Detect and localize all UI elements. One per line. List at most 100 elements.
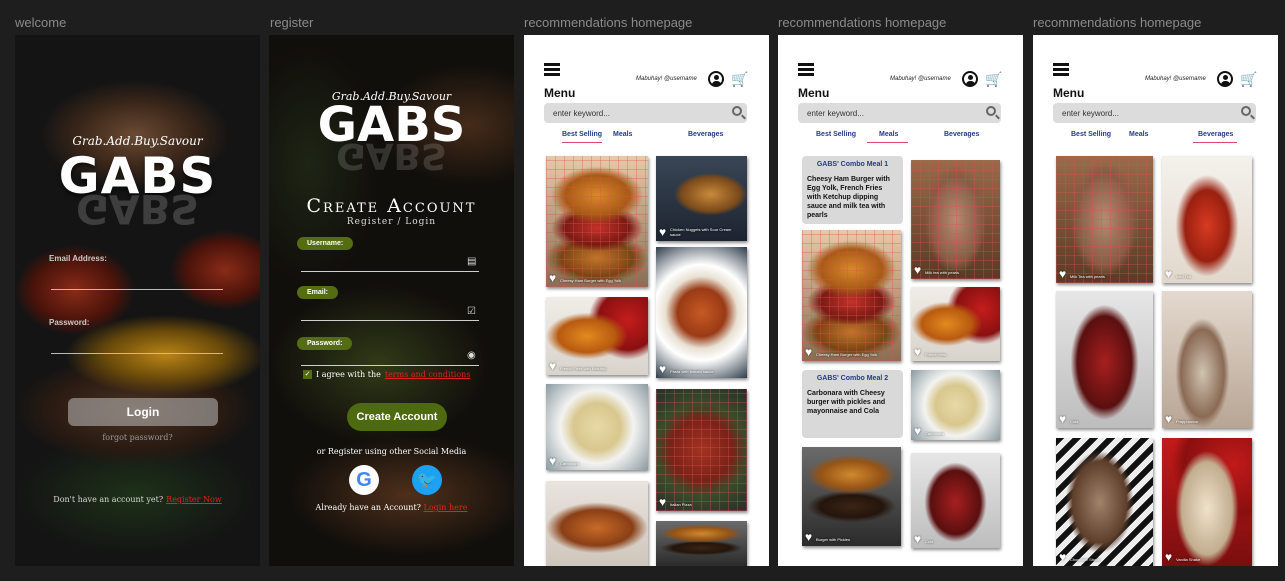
terms-checkbox[interactable]: ✓ <box>303 370 312 379</box>
cart-icon[interactable]: 🛒 <box>985 72 1002 86</box>
search-input[interactable] <box>1053 103 1233 124</box>
product-caption: Cola <box>925 539 934 544</box>
product-card[interactable]: ♥ Iced Tea <box>1162 156 1252 283</box>
eye-icon[interactable]: ◉ <box>467 351 477 361</box>
search-input[interactable] <box>798 103 978 124</box>
combo-meal-card[interactable]: GABS' Combo Meal 2 Carbonara with Cheesy… <box>802 370 903 438</box>
create-account-button[interactable]: Create Account <box>347 403 447 431</box>
product-card[interactable]: ♥ Milk tea with pearls <box>911 160 1000 279</box>
heart-icon[interactable]: ♥ <box>805 346 812 358</box>
login-prompt: Already have an Account? Login here <box>269 503 514 512</box>
heart-icon[interactable]: ♥ <box>659 496 666 508</box>
product-caption: Pasta with tomato sauce <box>670 369 714 374</box>
hamburger-menu-icon[interactable] <box>544 63 560 76</box>
product-card[interactable]: ♥ Cola <box>911 453 1000 548</box>
product-card[interactable]: ♥ Cola <box>1056 291 1153 428</box>
search-icon[interactable] <box>986 106 996 116</box>
heart-icon[interactable]: ♥ <box>1165 268 1172 280</box>
user-account-icon[interactable] <box>962 71 978 87</box>
hamburger-menu-icon[interactable] <box>1053 63 1069 76</box>
heart-icon[interactable]: ♥ <box>914 425 921 437</box>
login-here-link[interactable]: Login here <box>424 503 468 512</box>
heart-icon[interactable]: ♥ <box>1059 551 1066 563</box>
heart-icon[interactable]: ♥ <box>659 363 666 375</box>
heart-icon[interactable]: ♥ <box>659 226 666 238</box>
product-card[interactable]: ♥ Chocolate Shake <box>1056 438 1153 566</box>
tab-best-selling[interactable]: Best Selling <box>816 131 856 142</box>
cart-icon[interactable]: 🛒 <box>1240 72 1257 86</box>
tab-beverages[interactable]: Beverages <box>688 131 723 142</box>
password-field[interactable] <box>51 353 223 354</box>
product-caption: Carbonara <box>925 431 944 436</box>
cart-icon[interactable]: 🛒 <box>731 72 748 86</box>
product-card[interactable] <box>546 481 648 566</box>
tab-beverages[interactable]: Beverages <box>1193 131 1238 143</box>
product-caption: Cheesy Ham Burger with Egg Yolk <box>560 278 622 283</box>
heart-icon[interactable]: ♥ <box>549 272 556 284</box>
heart-icon[interactable]: ♥ <box>1059 268 1066 280</box>
email-field[interactable] <box>301 320 479 321</box>
tab-meals[interactable]: Meals <box>867 131 909 143</box>
product-card[interactable]: ♥ Pasta with tomato sauce <box>656 247 747 378</box>
tab-meals[interactable]: Meals <box>1129 131 1148 142</box>
tab-best-selling[interactable]: Best Selling <box>562 131 603 143</box>
heart-icon[interactable]: ♥ <box>805 531 812 543</box>
heart-icon[interactable]: ♥ <box>914 264 921 276</box>
search-icon[interactable] <box>732 106 742 116</box>
product-card[interactable]: ♥ Burger with Pickles <box>802 447 901 546</box>
product-caption: Iced Tea <box>1176 274 1192 279</box>
register-login-subtitle: Register / Login <box>346 217 437 227</box>
heart-icon[interactable]: ♥ <box>549 360 556 372</box>
greeting: Mabuhay! @username <box>636 76 697 82</box>
twitter-icon[interactable]: 🐦 <box>412 465 442 495</box>
product-card[interactable]: ♥ Frappuccino <box>1162 291 1252 428</box>
email-label: Email: <box>297 286 339 299</box>
product-caption: French fries <box>925 352 947 357</box>
product-card[interactable]: ♥ Cheesy Ham Burger with Egg Yolk <box>802 230 901 361</box>
search-bar <box>798 103 1001 124</box>
email-field[interactable] <box>51 289 223 290</box>
product-card[interactable]: ♥ French fries <box>911 287 1000 361</box>
product-card[interactable]: ♥ Milk Tea with pearls <box>1056 156 1153 283</box>
heart-icon[interactable]: ♥ <box>1165 551 1172 563</box>
product-card[interactable]: ♥ Carbonara <box>911 370 1000 440</box>
home-beverages: Mabuhay! @username 🛒 Menu Best Selling M… <box>1033 35 1278 566</box>
google-icon[interactable]: G <box>349 465 379 495</box>
register-now-link[interactable]: Register Now <box>166 495 222 504</box>
user-account-icon[interactable] <box>1217 71 1233 87</box>
forgot-password-link[interactable]: forgot password? <box>15 433 260 442</box>
heart-icon[interactable]: ♥ <box>1059 413 1066 425</box>
frame-label-home1: recommendations homepage <box>524 15 693 30</box>
search-icon[interactable] <box>1241 106 1251 116</box>
combo-description: Cheesy Ham Burger with Egg Yolk, French … <box>807 176 890 219</box>
product-card[interactable]: ♥ Chicken Nuggets with Sour Cream sauce <box>656 156 747 241</box>
product-card[interactable]: ♥ Vanilla Shake <box>1162 438 1252 566</box>
hamburger-menu-icon[interactable] <box>798 63 814 76</box>
product-card[interactable]: ♥ Carbonara <box>546 384 648 470</box>
tab-best-selling[interactable]: Best Selling <box>1071 131 1111 142</box>
heart-icon[interactable]: ♥ <box>914 533 921 545</box>
login-button[interactable]: Login <box>68 398 218 426</box>
password-label: Password: <box>297 337 353 350</box>
combo-description: Carbonara with Cheesy burger with pickle… <box>807 390 886 415</box>
terms-link[interactable]: terms and conditions <box>385 370 471 379</box>
heart-icon[interactable]: ♥ <box>549 455 556 467</box>
combo-meal-card[interactable]: GABS' Combo Meal 1 Cheesy Ham Burger wit… <box>802 156 903 224</box>
password-label: Password: <box>49 318 90 327</box>
tab-beverages[interactable]: Beverages <box>944 131 979 142</box>
product-card[interactable]: ♥ Cheesy Ham Burger with Egg Yolk <box>546 156 648 287</box>
username-field[interactable] <box>301 271 479 272</box>
tab-meals[interactable]: Meals <box>613 131 632 142</box>
heart-icon[interactable]: ♥ <box>914 346 921 358</box>
search-input[interactable] <box>544 103 724 124</box>
product-card[interactable] <box>656 521 747 566</box>
product-card[interactable]: ♥ French Fries with Ketchup <box>546 297 648 375</box>
password-field[interactable] <box>301 365 479 366</box>
user-account-icon[interactable] <box>708 71 724 87</box>
agree-text: I agree with the <box>316 370 381 379</box>
brand-tagline: Grab.Add.Buy.Savour <box>72 134 203 148</box>
product-card[interactable]: ♥ Italian Pizza <box>656 389 747 511</box>
check-icon: ☑ <box>467 306 476 317</box>
brand-logo-reflection: GABS <box>75 185 200 231</box>
heart-icon[interactable]: ♥ <box>1165 413 1172 425</box>
